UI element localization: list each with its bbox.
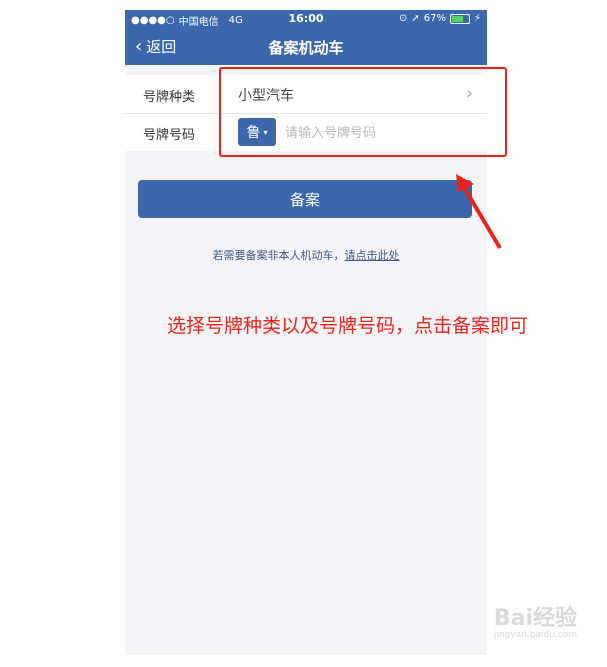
location-icon: ➚	[411, 13, 420, 24]
submit-button[interactable]: 备案	[138, 180, 472, 218]
charging-icon: ⚡	[473, 13, 481, 24]
plate-number-label: 号牌号码	[143, 128, 196, 143]
annotation-highlight-box	[219, 67, 507, 157]
top-bar: ●●●●○ 中国电信 4G 16:00 ⊙ ➚ 67% ⚡ ‹ 返回 备案机动车	[125, 10, 487, 65]
battery-percent: 67%	[423, 13, 446, 24]
annotation-text: 选择号牌种类以及号牌号码，点击备案即可	[167, 315, 529, 337]
page-title: 备案机动车	[268, 39, 344, 57]
tip-text: 若需要备案非本人机动车，	[212, 249, 345, 262]
watermark-url: jingyan.baidu.com	[493, 630, 577, 640]
nav-bar: ‹ 返回 备案机动车	[125, 28, 487, 65]
annotation-arrow-icon	[456, 174, 502, 250]
non-owner-tip: 若需要备案非本人机动车，请点击此处	[125, 247, 487, 263]
status-bar: ●●●●○ 中国电信 4G 16:00 ⊙ ➚ 67% ⚡	[125, 10, 487, 28]
plate-type-label: 号牌种类	[143, 90, 196, 105]
battery-icon	[449, 13, 470, 24]
watermark-text: Bai经验	[493, 606, 577, 631]
watermark-logo: Bai经验 jingyan.baidu.com	[494, 600, 577, 640]
rotation-lock-icon: ⊙	[398, 13, 408, 24]
tip-link[interactable]: 请点击此处	[345, 249, 400, 262]
